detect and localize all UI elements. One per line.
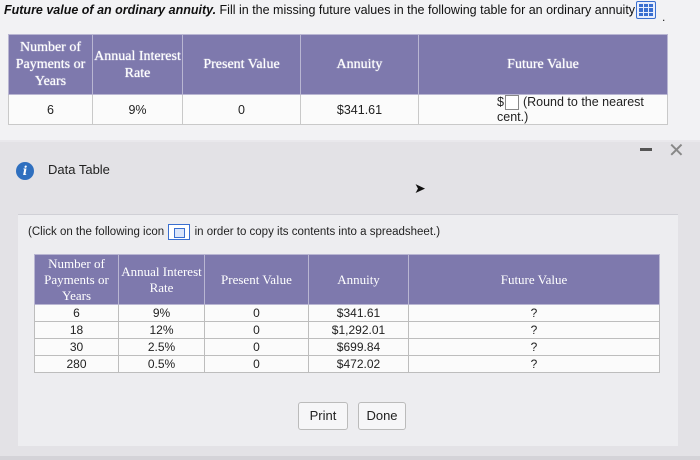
done-button[interactable]: Done xyxy=(358,402,406,430)
dt-cell: ? xyxy=(408,338,660,356)
dt-cell: $472.02 xyxy=(308,355,409,373)
instruction-suffix: in order to copy its contents into a spr… xyxy=(194,226,441,239)
table-row: 18 12% 0 $1,292.01 ? xyxy=(34,321,660,339)
dt-cell: ? xyxy=(408,304,660,322)
copy-icon[interactable] xyxy=(168,224,191,240)
answer-table: Number of Payments or Years Annual Inter… xyxy=(8,34,668,126)
col-header-future-value: Future Value xyxy=(418,34,668,95)
col-header-annuity: Annuity xyxy=(300,34,419,95)
minimize-icon[interactable] xyxy=(640,148,652,151)
dt-cell: 2.5% xyxy=(118,338,205,356)
dt-cell: 0 xyxy=(204,355,309,373)
copy-instruction: (Click on the following icon in order to… xyxy=(28,224,440,240)
info-icon: i xyxy=(16,162,34,180)
grid-icon[interactable] xyxy=(636,1,656,19)
dt-header-payments: Number of Payments or Years xyxy=(34,254,119,305)
dt-header-future-value: Future Value xyxy=(408,254,660,305)
dt-header-rate: Annual Interest Rate xyxy=(118,254,205,305)
data-table: Number of Payments or Years Annual Inter… xyxy=(34,254,660,373)
print-button[interactable]: Print xyxy=(298,402,348,430)
dt-cell: ? xyxy=(408,355,660,373)
dt-header-annuity: Annuity xyxy=(308,254,409,305)
future-value-input[interactable] xyxy=(504,95,519,111)
dt-cell: $699.84 xyxy=(308,338,409,356)
dt-cell: 280 xyxy=(34,355,119,373)
bottom-edge xyxy=(0,456,700,460)
cell-payments: 6 xyxy=(8,93,93,126)
cell-future-value: $ (Round to the nearest cent.) xyxy=(418,93,668,126)
col-header-rate: Annual Interest Rate xyxy=(92,34,183,95)
currency-symbol: $ xyxy=(497,95,504,109)
dt-cell: 9% xyxy=(118,304,205,322)
close-icon[interactable]: ✕ xyxy=(668,138,685,163)
dt-cell: ? xyxy=(408,321,660,339)
instruction-prefix: (Click on the following icon xyxy=(28,226,165,239)
dt-header-present-value: Present Value xyxy=(204,254,309,305)
question-period: . xyxy=(662,10,666,24)
question-title: Future value of an ordinary annuity. xyxy=(4,3,217,17)
dt-cell: 0.5% xyxy=(118,355,205,373)
dt-cell: $1,292.01 xyxy=(308,321,409,339)
dt-cell: 18 xyxy=(34,321,119,339)
dt-cell: 30 xyxy=(34,338,119,356)
table-row: 6 9% 0 $341.61 ? xyxy=(34,304,660,322)
dt-cell: $341.61 xyxy=(308,304,409,322)
dt-cell: 0 xyxy=(204,304,309,322)
rounding-hint: (Round to the nearest cent.) xyxy=(497,95,644,125)
table-row: 280 0.5% 0 $472.02 ? xyxy=(34,355,660,373)
dt-cell: 0 xyxy=(204,338,309,356)
table-row: 30 2.5% 0 $699.84 ? xyxy=(34,338,660,356)
mouse-cursor-icon: ➤ xyxy=(414,180,426,196)
question-text: Future value of an ordinary annuity. Fil… xyxy=(4,3,639,17)
dt-cell: 0 xyxy=(204,321,309,339)
dt-cell: 6 xyxy=(34,304,119,322)
col-header-payments: Number of Payments or Years xyxy=(8,34,93,95)
table-row: 6 9% 0 $341.61 $ (Round to the nearest ce… xyxy=(8,93,668,126)
cell-present-value: 0 xyxy=(182,93,301,126)
question-body: Fill in the missing future values in the… xyxy=(216,3,639,17)
data-table-title: Data Table xyxy=(48,162,110,177)
cell-rate: 9% xyxy=(92,93,183,126)
col-header-present-value: Present Value xyxy=(182,34,301,95)
dt-cell: 12% xyxy=(118,321,205,339)
cell-annuity: $341.61 xyxy=(300,93,419,126)
